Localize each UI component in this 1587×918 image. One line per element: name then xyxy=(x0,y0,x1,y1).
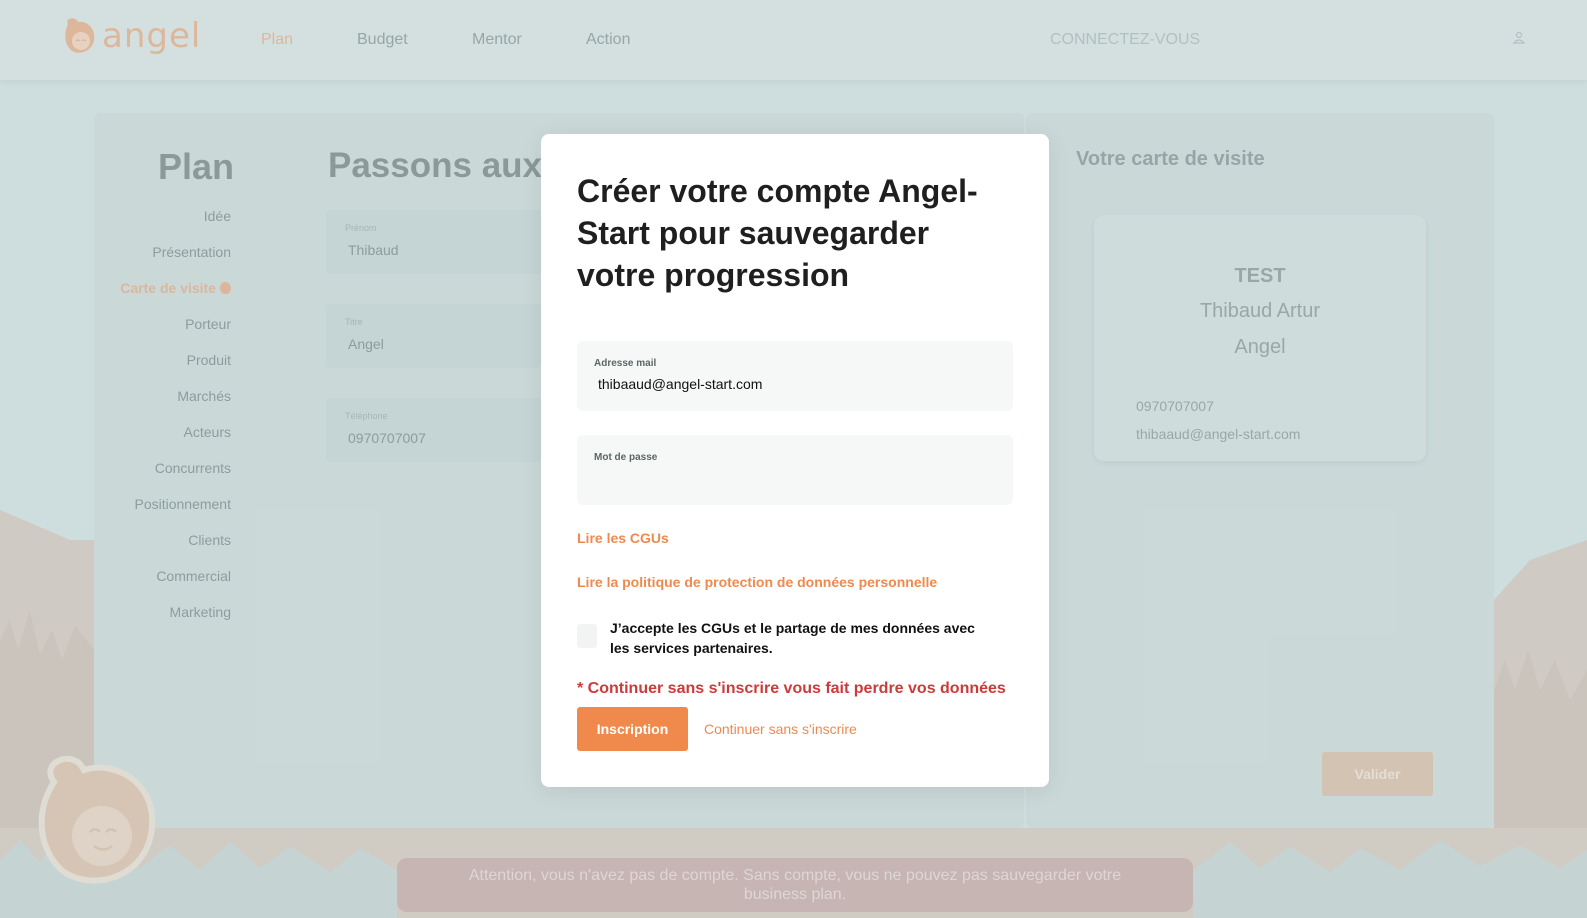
password-label: Mot de passe xyxy=(594,452,658,463)
signup-button[interactable]: Inscription xyxy=(577,707,688,751)
signup-modal: Créer votre compte Angel-Start pour sauv… xyxy=(541,134,1049,787)
password-field[interactable]: Mot de passe xyxy=(577,435,1013,505)
accept-checkbox[interactable] xyxy=(577,624,597,648)
modal-title: Créer votre compte Angel-Start pour sauv… xyxy=(577,173,978,293)
accept-label[interactable]: J’accepte les CGUs et le partage de mes … xyxy=(610,618,990,658)
privacy-policy-link[interactable]: Lire la politique de protection de donné… xyxy=(577,574,937,590)
email-field[interactable]: Adresse mail xyxy=(577,341,1013,411)
password-input[interactable] xyxy=(594,468,994,488)
data-loss-warning: * Continuer sans s'inscrire vous fait pe… xyxy=(577,680,1006,697)
email-input[interactable] xyxy=(594,374,994,394)
email-label: Adresse mail xyxy=(594,358,657,369)
continue-without-signup-button[interactable]: Continuer sans s'inscrire xyxy=(704,721,857,737)
cgu-link[interactable]: Lire les CGUs xyxy=(577,530,669,546)
